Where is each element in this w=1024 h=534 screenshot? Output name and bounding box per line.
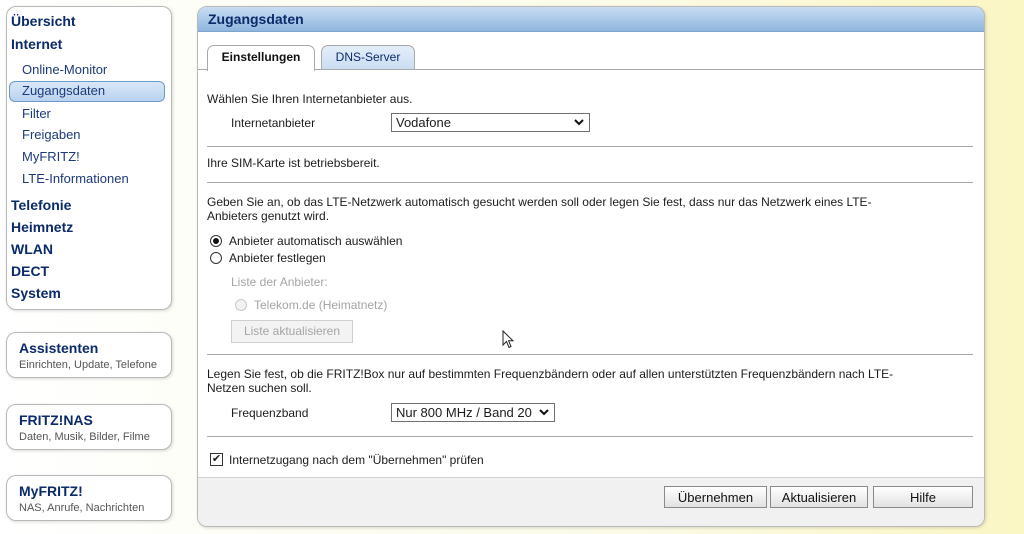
chevron-down-icon	[573, 114, 585, 137]
radio-auto-provider-label[interactable]: Anbieter automatisch auswählen	[229, 234, 402, 248]
tab-divider	[198, 69, 984, 70]
freq-intro-text-line1: Legen Sie fest, ob die FRITZ!Box nur auf…	[207, 367, 894, 381]
nav-item-heimnetz[interactable]: Heimnetz	[11, 218, 73, 236]
separator	[207, 354, 973, 355]
provider-intro-text: Wählen Sie Ihren Internetanbieter aus.	[207, 92, 413, 106]
tab-dns-server[interactable]: DNS-Server	[321, 45, 415, 70]
radio-provider-telekom	[235, 299, 247, 311]
assistenten-box[interactable]: Assistenten Einrichten, Update, Telefone	[6, 332, 172, 378]
nav-subitem-online-monitor[interactable]: Online-Monitor	[22, 62, 107, 78]
nav-item-system[interactable]: System	[11, 284, 61, 302]
tab-einstellungen[interactable]: Einstellungen	[207, 45, 315, 71]
radio-fixed-provider-label[interactable]: Anbieter festlegen	[229, 251, 326, 265]
check-internet-access-label[interactable]: Internetzugang nach dem "Übernehmen" prü…	[229, 453, 484, 467]
content-panel: Zugangsdaten Einstellungen DNS-Server Wä…	[197, 6, 985, 527]
network-intro-text-line2: Anbieters genutzt wird.	[207, 209, 330, 223]
assistenten-title: Assistenten	[19, 340, 99, 356]
network-intro-text-line1: Geben Sie an, ob das LTE-Netzwerk automa…	[207, 195, 872, 209]
radio-provider-telekom-label: Telekom.de (Heimatnetz)	[254, 298, 388, 312]
nav-item-telefonie[interactable]: Telefonie	[11, 196, 71, 214]
mouse-pointer-icon	[502, 329, 516, 350]
provider-list-label: Liste der Anbieter:	[231, 275, 328, 289]
sim-status-text: Ihre SIM-Karte ist betriebsbereit.	[207, 156, 380, 170]
assistenten-subtitle: Einrichten, Update, Telefone	[19, 359, 157, 371]
freq-select[interactable]: Nur 800 MHz / Band 20	[391, 403, 555, 422]
nav-item-wlan[interactable]: WLAN	[11, 240, 53, 258]
provider-select-value: Vodafone	[396, 115, 451, 130]
page-title: Zugangsdaten	[208, 11, 304, 27]
radio-auto-provider[interactable]	[210, 235, 222, 247]
nav-subitem-filter[interactable]: Filter	[22, 106, 51, 122]
freq-label: Frequenzband	[231, 406, 309, 420]
apply-button[interactable]: Übernehmen	[664, 486, 767, 508]
fritznas-title: FRITZ!NAS	[19, 412, 93, 428]
myfritz-subtitle: NAS, Anrufe, Nachrichten	[19, 502, 145, 514]
refresh-list-button: Liste aktualisieren	[231, 320, 353, 343]
help-button[interactable]: Hilfe	[873, 486, 973, 508]
nav-subitem-zugangsdaten[interactable]: Zugangsdaten	[22, 83, 105, 99]
freq-intro-text-line2: Netzen suchen soll.	[207, 381, 312, 395]
myfritz-title: MyFRITZ!	[19, 483, 83, 499]
fritznas-subtitle: Daten, Musik, Bilder, Filme	[19, 431, 150, 443]
fritznas-box[interactable]: FRITZ!NAS Daten, Musik, Bilder, Filme	[6, 404, 172, 450]
nav-subitem-myfritz[interactable]: MyFRITZ!	[22, 149, 80, 165]
nav-item-internet[interactable]: Internet	[11, 35, 62, 53]
provider-select[interactable]: Vodafone	[391, 113, 590, 132]
nav-item-uebersicht[interactable]: Übersicht	[11, 12, 76, 30]
separator	[207, 182, 973, 183]
nav-subitem-lte-informationen[interactable]: LTE-Informationen	[22, 171, 129, 187]
nav-subitem-freigaben[interactable]: Freigaben	[22, 127, 81, 143]
provider-label: Internetanbieter	[231, 116, 316, 130]
panel-header: Zugangsdaten	[198, 7, 984, 32]
separator	[207, 146, 973, 147]
chevron-down-icon	[538, 404, 550, 427]
myfritz-box[interactable]: MyFRITZ! NAS, Anrufe, Nachrichten	[6, 475, 172, 521]
check-internet-access-checkbox[interactable]: ✔	[210, 453, 223, 466]
separator	[207, 436, 973, 437]
refresh-button[interactable]: Aktualisieren	[770, 486, 868, 508]
radio-fixed-provider[interactable]	[210, 252, 222, 264]
freq-select-value: Nur 800 MHz / Band 20	[396, 405, 532, 420]
nav-item-dect[interactable]: DECT	[11, 262, 49, 280]
